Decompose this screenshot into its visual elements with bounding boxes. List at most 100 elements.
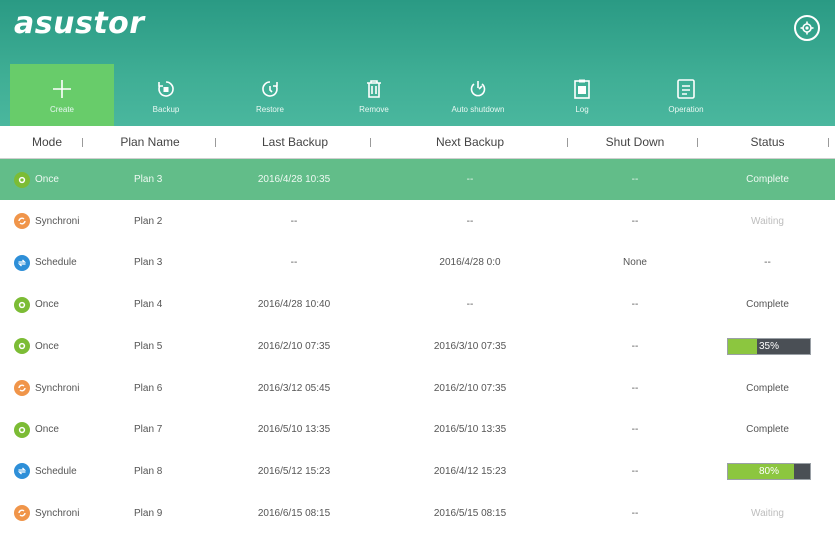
column-header-next-backup[interactable]: Next Backup <box>425 126 515 158</box>
mode-label: Schedule <box>35 257 77 269</box>
mode-cell: Synchroni <box>14 493 79 534</box>
mode-cell: Schedule <box>14 451 77 492</box>
operation-icon <box>677 77 695 101</box>
synchroni-mode-icon <box>14 380 30 396</box>
table-row[interactable]: Schedule Plan 3 -- 2016/4/28 0:0 None -- <box>0 242 835 283</box>
top-bar: asustor Create Backup Restore Remove Aut… <box>0 0 835 126</box>
table-row[interactable]: Synchroni Plan 2 -- -- -- Waiting <box>0 201 835 242</box>
last-backup-cell: -- <box>290 257 298 269</box>
shut-down-cell: -- <box>631 299 639 311</box>
next-backup-cell: -- <box>466 215 474 227</box>
shut-down-cell: -- <box>631 382 639 394</box>
trash-icon <box>365 77 383 101</box>
once-mode-icon <box>14 296 30 313</box>
remove-button[interactable]: Remove <box>322 64 426 126</box>
plan-name-cell: Plan 4 <box>134 299 163 311</box>
table-header: Mode Plan Name Last Backup Next Backup S… <box>0 126 835 159</box>
shut-down-cell: -- <box>631 465 639 477</box>
status-cell: Complete <box>746 424 789 436</box>
mode-cell: Once <box>14 409 59 450</box>
plan-name-cell: Plan 5 <box>134 340 163 352</box>
schedule-mode-icon <box>14 463 30 480</box>
status-cell: Waiting <box>751 507 784 519</box>
last-backup-cell: 2016/5/12 15:23 <box>257 465 331 477</box>
next-backup-cell: -- <box>466 174 474 185</box>
column-header-mode[interactable]: Mode <box>22 126 72 158</box>
next-backup-cell: 2016/5/10 13:35 <box>433 424 507 436</box>
column-divider[interactable] <box>697 138 698 147</box>
shut-down-cell: -- <box>631 215 639 227</box>
table-row[interactable]: Once Plan 4 2016/4/28 10:40 -- -- Complete <box>0 284 835 325</box>
last-backup-cell: -- <box>290 215 298 227</box>
synchroni-mode-icon <box>14 213 30 230</box>
restore-button[interactable]: Restore <box>218 64 322 126</box>
column-divider[interactable] <box>828 138 829 147</box>
table-row[interactable]: Synchroni Plan 6 2016/3/12 05:45 2016/2/10 … <box>0 368 835 409</box>
shut-down-cell: -- <box>631 507 639 519</box>
column-divider[interactable] <box>215 138 216 147</box>
last-backup-cell: 2016/5/10 13:35 <box>257 424 331 436</box>
backup-button[interactable]: Backup <box>114 64 218 126</box>
create-button[interactable]: Create <box>10 64 114 126</box>
log-label: Log <box>575 104 589 114</box>
once-mode-icon <box>14 171 30 188</box>
column-header-last-backup[interactable]: Last Backup <box>250 126 340 158</box>
table-row[interactable]: Schedule Plan 8 2016/5/12 15:23 2016/4/12 1… <box>0 451 835 492</box>
auto-shutdown-button[interactable]: Auto shutdown <box>426 64 530 126</box>
plan-name-cell: Plan 6 <box>134 382 163 394</box>
operation-label: Operation <box>668 104 704 114</box>
plan-name-cell: Plan 3 <box>134 174 163 185</box>
create-label: Create <box>49 104 74 114</box>
status-cell: Complete <box>746 382 789 394</box>
status-cell: Complete <box>746 174 789 185</box>
restore-label: Restore <box>255 104 284 114</box>
progress-bar: 35% <box>727 337 811 355</box>
mode-cell: Once <box>14 326 59 367</box>
next-backup-cell: 2016/3/10 07:35 <box>433 340 507 352</box>
backup-icon <box>156 77 176 101</box>
last-backup-cell: 2016/4/28 10:40 <box>257 299 331 311</box>
power-icon <box>468 77 488 101</box>
next-backup-cell: 2016/2/10 07:35 <box>433 382 507 394</box>
table-row[interactable]: Once Plan 3 2016/4/28 10:35 -- -- Complete <box>0 159 835 200</box>
next-backup-cell: 2016/5/15 08:15 <box>433 507 507 519</box>
column-divider[interactable] <box>370 138 371 147</box>
last-backup-cell: 2016/2/10 07:35 <box>257 340 331 352</box>
status-cell: Complete <box>746 299 789 311</box>
once-mode-icon <box>14 338 30 355</box>
table-row[interactable]: Once Plan 7 2016/5/10 13:35 2016/5/10 13:35… <box>0 409 835 450</box>
next-backup-cell: 2016/4/28 0:0 <box>439 257 501 269</box>
mode-label: Once <box>35 174 59 185</box>
next-backup-cell: 2016/4/12 15:23 <box>433 465 507 477</box>
table-row[interactable]: Once Plan 5 2016/2/10 07:35 2016/3/10 07:35… <box>0 326 835 367</box>
mode-label: Synchroni <box>35 507 80 519</box>
shut-down-cell: -- <box>631 174 639 185</box>
last-backup-cell: 2016/6/15 08:15 <box>257 507 331 519</box>
column-divider[interactable] <box>567 138 568 147</box>
synchroni-mode-icon <box>14 505 30 522</box>
backup-label: Backup <box>152 104 180 114</box>
plan-name-cell: Plan 3 <box>134 257 163 269</box>
mode-label: Synchroni <box>35 215 80 227</box>
progress-text: 80% <box>758 465 779 477</box>
column-header-status[interactable]: Status <box>730 126 805 158</box>
mode-label: Schedule <box>35 465 77 477</box>
mode-label: Once <box>35 424 59 436</box>
shut-down-cell: -- <box>631 424 639 436</box>
plan-name-cell: Plan 2 <box>134 215 163 227</box>
table-row[interactable]: Synchroni Plan 9 2016/6/15 08:15 2016/5/15 … <box>0 493 835 534</box>
last-backup-cell: 2016/4/28 10:35 <box>257 174 331 185</box>
asustor-logo: asustor <box>14 6 145 41</box>
operation-button[interactable]: Operation <box>634 64 738 126</box>
mode-cell: Synchroni <box>14 201 79 242</box>
progress-text: 35% <box>758 340 779 352</box>
column-divider[interactable] <box>82 138 83 147</box>
plan-name-cell: Plan 8 <box>134 465 163 477</box>
column-header-plan-name[interactable]: Plan Name <box>115 126 185 158</box>
mode-cell: Synchroni <box>14 368 79 409</box>
remove-label: Remove <box>359 104 389 114</box>
gear-icon[interactable] <box>794 15 820 41</box>
status-cell: -- <box>764 257 771 269</box>
column-header-shut-down[interactable]: Shut Down <box>595 126 675 158</box>
log-button[interactable]: Log <box>530 64 634 126</box>
